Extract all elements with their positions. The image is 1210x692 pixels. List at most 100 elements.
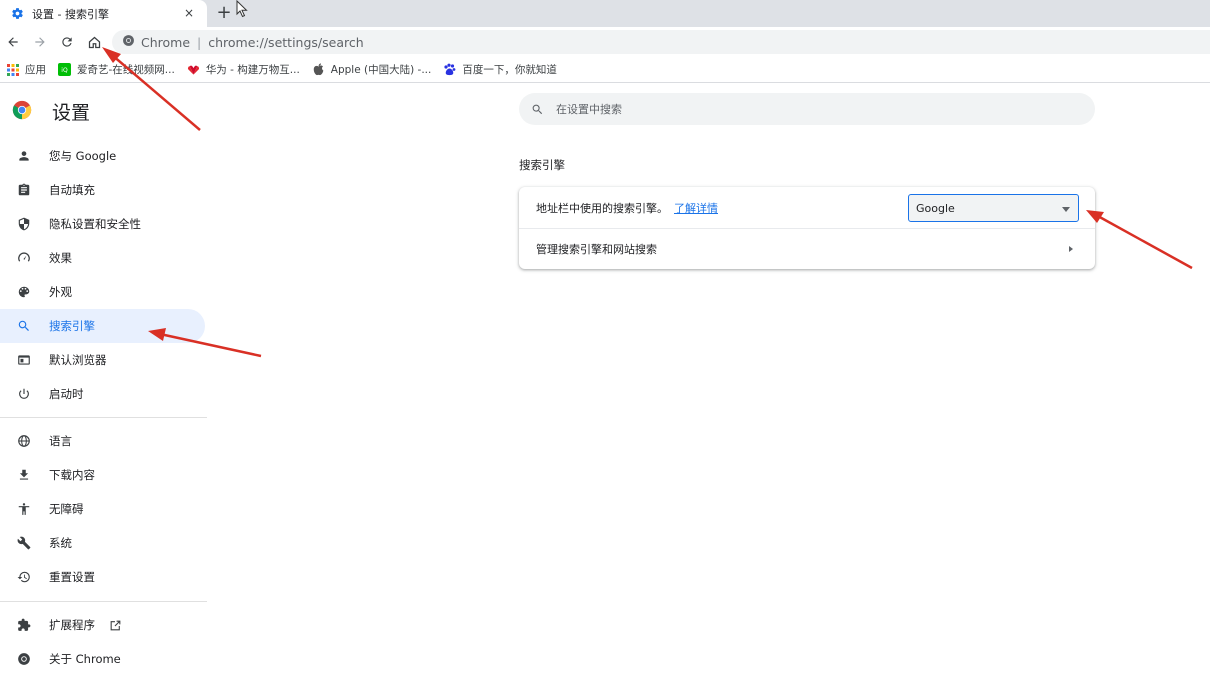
search-engine-row: 地址栏中使用的搜索引擎。 了解详情 Google [519, 187, 1095, 228]
chrome-icon [122, 34, 135, 50]
browser-icon [16, 352, 32, 368]
arrow-right-icon [35, 37, 45, 47]
settings-search-input[interactable]: 在设置中搜索 [519, 93, 1095, 125]
bookmark-iqiyi[interactable]: iQ 爱奇艺-在线视频网... [58, 62, 175, 77]
settings-header: 设置 [12, 98, 90, 125]
sidebar-item-reset[interactable]: 重置设置 [0, 560, 205, 594]
home-button[interactable] [81, 27, 107, 57]
sidebar-item-you-and-google[interactable]: 您与 Google [0, 139, 205, 173]
sidebar-item-label: 关于 Chrome [49, 652, 121, 666]
huawei-icon [187, 63, 200, 76]
bookmark-label: 华为 - 构建万物互... [205, 64, 300, 76]
wrench-icon [16, 535, 32, 551]
bookmarks-bar: 应用 iQ 爱奇艺-在线视频网... 华为 - 构建万物互... Apple (… [0, 57, 1210, 83]
sidebar-item-label: 您与 Google [49, 149, 117, 163]
close-tab-button[interactable]: × [181, 5, 197, 21]
search-engine-card: 地址栏中使用的搜索引擎。 了解详情 Google 管理搜索引擎和网站搜索 [519, 187, 1095, 269]
sidebar-item-performance[interactable]: 效果 [0, 241, 205, 275]
bookmark-apps[interactable]: 应用 [6, 62, 46, 77]
tab-title: 设置 - 搜索引擎 [32, 7, 109, 21]
sidebar-item-label: 自动填充 [49, 183, 95, 197]
reset-icon [16, 569, 32, 585]
shield-icon [16, 216, 32, 232]
sidebar-item-search-engine[interactable]: 搜索引擎 [0, 309, 205, 343]
palette-icon [16, 284, 32, 300]
clipboard-icon [16, 182, 32, 198]
section-title: 搜索引擎 [519, 158, 565, 172]
gear-icon [10, 7, 24, 21]
reload-icon [62, 37, 72, 47]
svg-text:iQ: iQ [61, 67, 68, 74]
caret-down-icon [1062, 207, 1070, 212]
apps-grid-icon [6, 63, 19, 76]
accessibility-icon [16, 501, 32, 517]
sidebar-item-privacy[interactable]: 隐私设置和安全性 [0, 207, 205, 241]
reload-button[interactable] [54, 27, 80, 57]
site-label: Chrome [141, 34, 191, 50]
back-button[interactable] [0, 27, 26, 57]
bookmark-label: 百度一下，你就知道 [462, 64, 557, 76]
home-icon [88, 36, 100, 48]
sidebar-item-label: 下载内容 [49, 468, 95, 482]
address-bar[interactable]: Chrome | chrome://settings/search [112, 30, 1210, 54]
iqiyi-icon: iQ [58, 63, 71, 76]
sidebar-item-label: 启动时 [49, 387, 84, 401]
browser-window: 设置 - 搜索引擎 × + Chrome | chrome://settings… [0, 0, 1210, 692]
sidebar-item-accessibility[interactable]: 无障碍 [0, 492, 205, 526]
sidebar-item-label: 系统 [49, 536, 72, 550]
puzzle-icon [16, 617, 32, 633]
forward-button[interactable] [27, 27, 53, 57]
chevron-right-icon [1069, 246, 1073, 252]
search-icon [531, 103, 544, 116]
person-icon [16, 148, 32, 164]
power-icon [16, 386, 32, 402]
sidebar-item-label: 外观 [49, 285, 72, 299]
search-engine-label: 地址栏中使用的搜索引擎。 [536, 201, 668, 215]
sidebar-item-label: 语言 [49, 434, 72, 448]
tab-settings[interactable]: 设置 - 搜索引擎 × [0, 0, 207, 27]
sidebar-item-appearance[interactable]: 外观 [0, 275, 205, 309]
sidebar-item-label: 重置设置 [49, 570, 95, 584]
toolbar: Chrome | chrome://settings/search [0, 27, 1210, 57]
page-title: 设置 [52, 102, 91, 124]
sidebar-item-languages[interactable]: 语言 [0, 424, 205, 458]
sidebar-item-on-startup[interactable]: 启动时 [0, 377, 205, 411]
bookmark-label: 爱奇艺-在线视频网... [77, 64, 175, 76]
manage-search-engines-label: 管理搜索引擎和网站搜索 [536, 243, 657, 256]
speedometer-icon [16, 250, 32, 266]
sidebar-item-label: 搜索引擎 [49, 319, 95, 333]
bookmark-apple[interactable]: Apple (中国大陆) -... [312, 62, 432, 77]
search-placeholder: 在设置中搜索 [556, 103, 622, 116]
annotation-arrow-dropdown [1086, 210, 1193, 270]
url-text: chrome://settings/search [208, 34, 364, 50]
bookmark-label: 应用 [25, 64, 46, 76]
learn-more-link[interactable]: 了解详情 [674, 200, 718, 216]
bookmark-label: Apple (中国大陆) -... [330, 64, 432, 76]
sidebar-item-system[interactable]: 系统 [0, 526, 205, 560]
sidebar-item-extensions[interactable]: 扩展程序 [0, 608, 205, 642]
sidebar-item-autofill[interactable]: 自动填充 [0, 173, 205, 207]
sidebar-item-label: 隐私设置和安全性 [49, 217, 141, 231]
globe-icon [16, 433, 32, 449]
bookmark-huawei[interactable]: 华为 - 构建万物互... [187, 62, 300, 77]
baidu-icon [443, 63, 456, 76]
manage-search-engines-row[interactable]: 管理搜索引擎和网站搜索 [519, 229, 1095, 269]
chrome-logo-icon [12, 100, 32, 124]
search-engine-select[interactable]: Google [908, 194, 1079, 222]
sidebar-divider [0, 601, 207, 602]
sidebar-item-about-chrome[interactable]: 关于 Chrome [0, 642, 205, 676]
sidebar-item-default-browser[interactable]: 默认浏览器 [0, 343, 205, 377]
sidebar-item-downloads[interactable]: 下载内容 [0, 458, 205, 492]
apple-icon [312, 63, 325, 76]
sidebar-divider [0, 417, 207, 418]
chrome-icon [16, 651, 32, 667]
arrow-left-icon [8, 37, 18, 47]
download-icon [16, 467, 32, 483]
sidebar-item-label: 无障碍 [49, 502, 84, 516]
tab-strip: 设置 - 搜索引擎 × + [0, 0, 1210, 27]
open-in-new-icon [109, 619, 122, 632]
bookmark-baidu[interactable]: 百度一下，你就知道 [443, 62, 557, 77]
url-separator: | [197, 34, 202, 50]
selected-engine: Google [916, 201, 955, 215]
new-tab-button[interactable]: + [214, 3, 234, 23]
